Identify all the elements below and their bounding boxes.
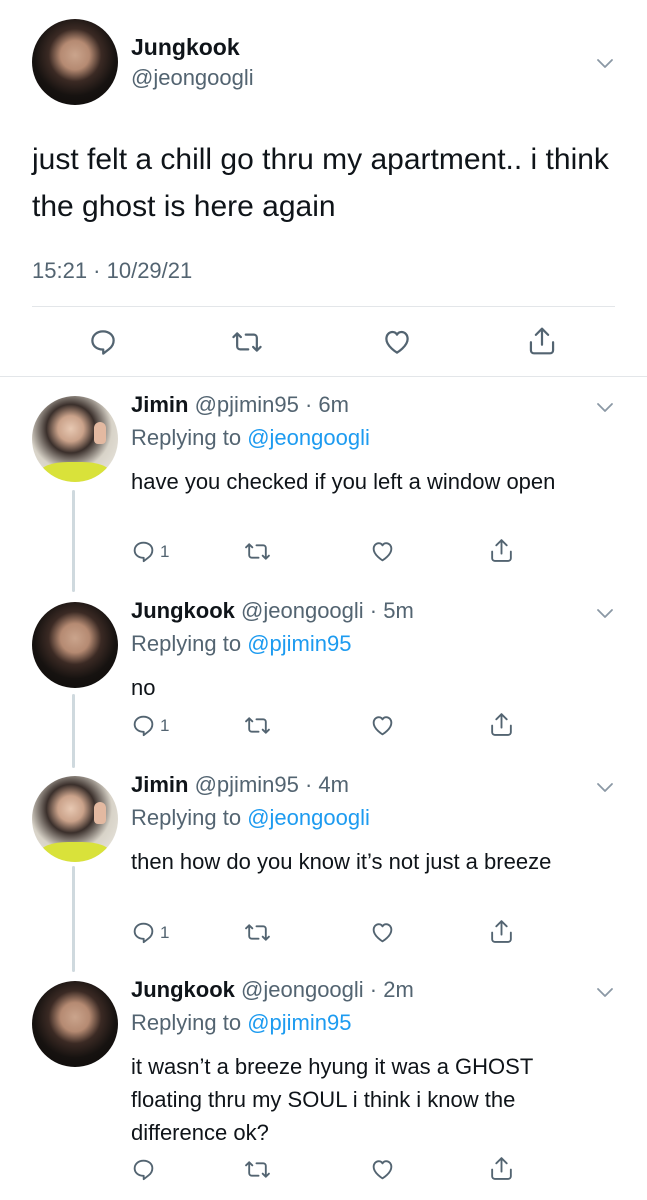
author-handle-time[interactable]: @jeongoogli · 5m xyxy=(241,598,414,623)
replying-to-link[interactable]: @pjimin95 xyxy=(247,1010,351,1035)
share-button[interactable] xyxy=(527,325,557,357)
author-name[interactable]: Jimin xyxy=(131,772,188,797)
share-icon xyxy=(491,539,512,562)
divider xyxy=(0,376,647,377)
reply-count: 1 xyxy=(160,715,170,735)
like-button[interactable] xyxy=(369,539,396,564)
retweet-button[interactable] xyxy=(231,327,263,357)
replying-to-link[interactable]: @jeongoogli xyxy=(247,425,370,450)
reply-button[interactable]: 1 xyxy=(131,920,169,945)
like-icon xyxy=(385,330,409,354)
like-icon xyxy=(372,1160,393,1180)
reply-icon xyxy=(133,715,154,737)
tweet-timestamp[interactable]: 15:21 · 10/29/21 xyxy=(32,258,192,284)
like-button[interactable] xyxy=(381,327,413,357)
chevron-down-icon[interactable] xyxy=(596,778,614,796)
reply-icon xyxy=(133,1159,154,1181)
author-name[interactable]: Jungkook xyxy=(131,34,240,61)
retweet-icon xyxy=(245,717,270,734)
reply-icon xyxy=(133,541,154,563)
author-handle-time[interactable]: @pjimin95 · 6m xyxy=(195,392,349,417)
chevron-down-icon[interactable] xyxy=(596,604,614,622)
avatar[interactable] xyxy=(32,981,118,1067)
reply-icon xyxy=(133,922,154,944)
chevron-down-icon[interactable] xyxy=(596,983,614,1001)
tweet-text: no xyxy=(131,675,156,700)
retweet-button[interactable] xyxy=(244,539,271,564)
reply-button[interactable]: 1 xyxy=(131,539,169,564)
reply-tweet: Jungkook @jeongoogli · 2m Replying to @p… xyxy=(0,977,647,1197)
reply-count: 1 xyxy=(160,541,170,561)
retweet-icon xyxy=(245,924,270,941)
replying-to-link[interactable]: @pjimin95 xyxy=(247,631,351,656)
reply-button[interactable] xyxy=(88,327,118,357)
like-icon xyxy=(372,716,393,736)
author-name[interactable]: Jimin xyxy=(131,392,188,417)
retweet-button[interactable] xyxy=(244,920,271,945)
reply-tweet: Jimin @pjimin95 · 6m Replying to @jeongo… xyxy=(0,392,647,582)
share-icon xyxy=(491,713,512,736)
share-icon xyxy=(529,327,555,355)
like-button[interactable] xyxy=(369,1157,396,1182)
tweet-text: then how do you know it’s not just a bre… xyxy=(131,849,552,874)
retweet-icon xyxy=(245,543,270,560)
avatar[interactable] xyxy=(32,776,118,862)
main-tweet: Jungkook @jeongoogli just felt a chill g… xyxy=(0,0,647,378)
tweet-text: just felt a chill go thru my apartment..… xyxy=(32,143,609,223)
author-handle-time[interactable]: @jeongoogli · 2m xyxy=(241,977,414,1002)
avatar[interactable] xyxy=(32,19,118,105)
retweet-button[interactable] xyxy=(244,713,271,738)
author-name[interactable]: Jungkook xyxy=(131,598,235,623)
retweet-icon xyxy=(232,332,262,352)
chevron-down-icon[interactable] xyxy=(596,398,614,416)
share-button[interactable] xyxy=(489,711,514,738)
like-icon xyxy=(372,542,393,562)
replying-to-label: Replying to @jeongoogli xyxy=(131,805,370,830)
share-icon xyxy=(491,1157,512,1180)
reply-tweet: Jungkook @jeongoogli · 5m Replying to @p… xyxy=(0,598,647,758)
author-name[interactable]: Jungkook xyxy=(131,977,235,1002)
like-icon xyxy=(372,923,393,943)
author-handle-time[interactable]: @pjimin95 · 4m xyxy=(195,772,349,797)
replying-to-label: Replying to @jeongoogli xyxy=(131,425,370,450)
tweet-text: it wasn’t a breeze hyung it was a GHOST … xyxy=(131,1054,533,1145)
share-icon xyxy=(491,920,512,943)
tweet-text: have you checked if you left a window op… xyxy=(131,469,556,494)
like-button[interactable] xyxy=(369,713,396,738)
share-button[interactable] xyxy=(489,918,514,945)
replying-to-label: Replying to @pjimin95 xyxy=(131,631,352,656)
share-button[interactable] xyxy=(489,1155,514,1182)
reply-icon xyxy=(91,330,115,355)
avatar[interactable] xyxy=(32,602,118,688)
retweet-icon xyxy=(245,1161,270,1178)
author-handle[interactable]: @jeongoogli xyxy=(131,65,254,91)
like-button[interactable] xyxy=(369,920,396,945)
replying-to-link[interactable]: @jeongoogli xyxy=(247,805,370,830)
chevron-down-icon[interactable] xyxy=(596,54,614,72)
reply-tweet: Jimin @pjimin95 · 4m Replying to @jeongo… xyxy=(0,772,647,962)
retweet-button[interactable] xyxy=(244,1157,271,1182)
reply-button[interactable] xyxy=(131,1157,160,1182)
divider xyxy=(32,306,615,307)
avatar[interactable] xyxy=(32,396,118,482)
reply-button[interactable]: 1 xyxy=(131,713,169,738)
replying-to-label: Replying to @pjimin95 xyxy=(131,1010,352,1035)
reply-count: 1 xyxy=(160,922,170,942)
share-button[interactable] xyxy=(489,537,514,564)
